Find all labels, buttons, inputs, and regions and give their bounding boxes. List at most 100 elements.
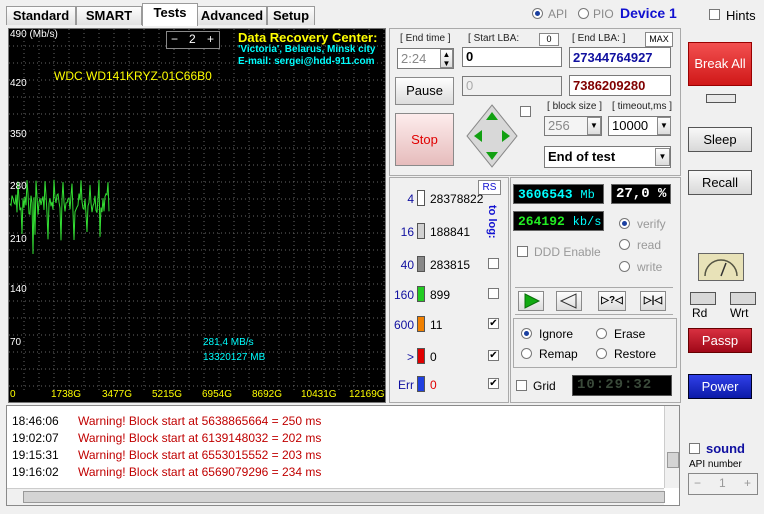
x-tick-1: 1738G [51, 389, 82, 400]
stats-log-checkbox[interactable] [488, 258, 499, 269]
end-button[interactable]: ▷|◁ [640, 291, 666, 311]
start-lba-reset[interactable]: 0 [539, 33, 559, 46]
rd-label: Rd [692, 306, 708, 320]
api-number-stepper[interactable]: − 1 + [688, 473, 758, 495]
tab-smart[interactable]: SMART [76, 6, 142, 25]
play-button[interactable] [518, 291, 544, 311]
pio-radio[interactable] [578, 8, 589, 19]
verify-radio[interactable] [619, 218, 630, 229]
log-time: 18:46:06 [12, 414, 59, 428]
write-label: write [637, 260, 663, 274]
stats-threshold: > [406, 350, 414, 364]
restore-radio[interactable] [596, 348, 607, 359]
start-lba-input[interactable]: 0 [462, 47, 562, 67]
log-row: 18:46:06 Warning! Block start at 56388656… [12, 414, 321, 428]
tab-setup[interactable]: Setup [267, 6, 315, 25]
stats-log-checkbox[interactable]: ✔ [488, 378, 499, 389]
speed-kbs: 264192 kb/s [513, 211, 604, 231]
rewind-button[interactable] [556, 291, 582, 311]
write-radio[interactable] [619, 261, 630, 272]
start-lba-label: [ Start LBA: [466, 33, 522, 44]
skip-bad-button[interactable]: ▷?◁ [598, 291, 626, 311]
passp-button[interactable]: Passp [688, 328, 752, 353]
direction-pad[interactable] [466, 104, 518, 168]
log-hscroll-thumb[interactable] [23, 491, 665, 503]
play-icon [524, 293, 541, 309]
read-radio[interactable] [619, 239, 630, 250]
direction-pad-shape[interactable] [466, 104, 518, 168]
tab-standard[interactable]: Standard [6, 6, 76, 25]
end-lba-label: [ End LBA: ] [570, 33, 628, 44]
log-horizontal-scrollbar[interactable] [7, 488, 665, 505]
log-message: Warning! Block start at 5638865664 = 250… [78, 414, 322, 428]
sound-label: sound [706, 441, 745, 456]
end-time-spinner[interactable]: ▲ ▼ [440, 49, 453, 68]
grid-checkbox[interactable] [516, 380, 527, 391]
timeout-dropdown-icon[interactable]: ▼ [657, 117, 671, 135]
scale-minus-button[interactable]: − [171, 32, 178, 46]
rd-indicator [690, 292, 716, 305]
log-scroll-thumb[interactable] [667, 452, 679, 468]
scale-plus-button[interactable]: + [207, 32, 214, 46]
stats-count: 11 [430, 318, 443, 332]
y-axis-unit: 490 (Mb/s) [10, 29, 58, 40]
log-message: Warning! Block start at 6139148032 = 202… [78, 431, 322, 445]
end-of-test-dropdown-icon[interactable]: ▼ [655, 148, 670, 166]
y-tick-280: 280 [10, 181, 27, 192]
drive-model: WDC WD141KRYZ-01C66B0 [54, 69, 212, 83]
ignore-radio[interactable] [521, 328, 532, 339]
stats-color-block [417, 286, 425, 302]
recall-button[interactable]: Recall [688, 170, 752, 195]
stats-count: 28378822 [430, 192, 484, 206]
sleep-button[interactable]: Sleep [688, 127, 752, 152]
rewind-icon [559, 293, 577, 309]
stats-color-block [417, 348, 425, 364]
api-label: API [548, 7, 568, 21]
pause-button[interactable]: Pause [395, 77, 454, 105]
end-of-test-select[interactable]: End of test [544, 146, 671, 168]
api-minus-button[interactable]: − [694, 476, 701, 490]
max-lba-button[interactable]: MAX [645, 32, 673, 47]
event-log[interactable]: 18:46:06 Warning! Block start at 56388656… [6, 405, 680, 506]
block-size-label: [ block size ] [545, 101, 605, 112]
graph-canvas [9, 29, 385, 390]
device-label[interactable]: Device 1 [620, 5, 677, 21]
scale-control[interactable]: − 2 + [166, 31, 220, 49]
block-size-dropdown-icon[interactable]: ▼ [587, 117, 601, 135]
stats-log-checkbox[interactable]: ✔ [488, 350, 499, 361]
progress-percent: 27,0 % [611, 184, 671, 204]
log-message: Warning! Block start at 6569079296 = 234… [78, 465, 322, 479]
log-message: Warning! Block start at 6553015552 = 203… [78, 448, 322, 462]
end-lba-input[interactable]: 27344764927 [569, 47, 671, 68]
verify-label: verify [637, 217, 666, 231]
sound-checkbox[interactable] [689, 443, 700, 454]
api-plus-button[interactable]: + [744, 476, 751, 490]
break-all-button[interactable]: Break All [688, 42, 752, 86]
erase-radio[interactable] [596, 328, 607, 339]
hints-checkbox[interactable] [709, 9, 720, 20]
stats-color-block [417, 190, 425, 206]
x-tick-7: 12169G [349, 389, 385, 400]
end-time-label: [ End time ] [398, 33, 453, 44]
current-mb: 13320127 MB [203, 352, 266, 363]
y-tick-70: 70 [10, 337, 22, 348]
power-button[interactable]: Power [688, 374, 752, 399]
stats-color-block [417, 223, 425, 239]
to-log-label: to log: [486, 205, 498, 239]
tab-tests[interactable]: Tests [142, 3, 198, 26]
log-row: 19:16:02 Warning! Block start at 65690792… [12, 465, 321, 479]
log-vertical-scrollbar[interactable] [664, 406, 679, 488]
current-lba-field: 0 [462, 76, 562, 96]
stats-count: 283815 [430, 258, 471, 272]
remap-radio[interactable] [521, 348, 532, 359]
stop-button[interactable]: Stop [395, 113, 454, 166]
log-row: 19:02:07 Warning! Block start at 61391480… [12, 431, 321, 445]
stats-log-checkbox[interactable]: ✔ [488, 318, 499, 329]
erase-label: Erase [614, 327, 646, 341]
api-radio[interactable] [532, 8, 543, 19]
ddd-enable-checkbox[interactable] [517, 246, 528, 257]
pad-checkbox[interactable] [520, 106, 531, 117]
tab-advanced[interactable]: Advanced [197, 6, 267, 25]
stats-threshold: 4 [407, 192, 414, 206]
stats-log-checkbox[interactable] [488, 288, 499, 299]
